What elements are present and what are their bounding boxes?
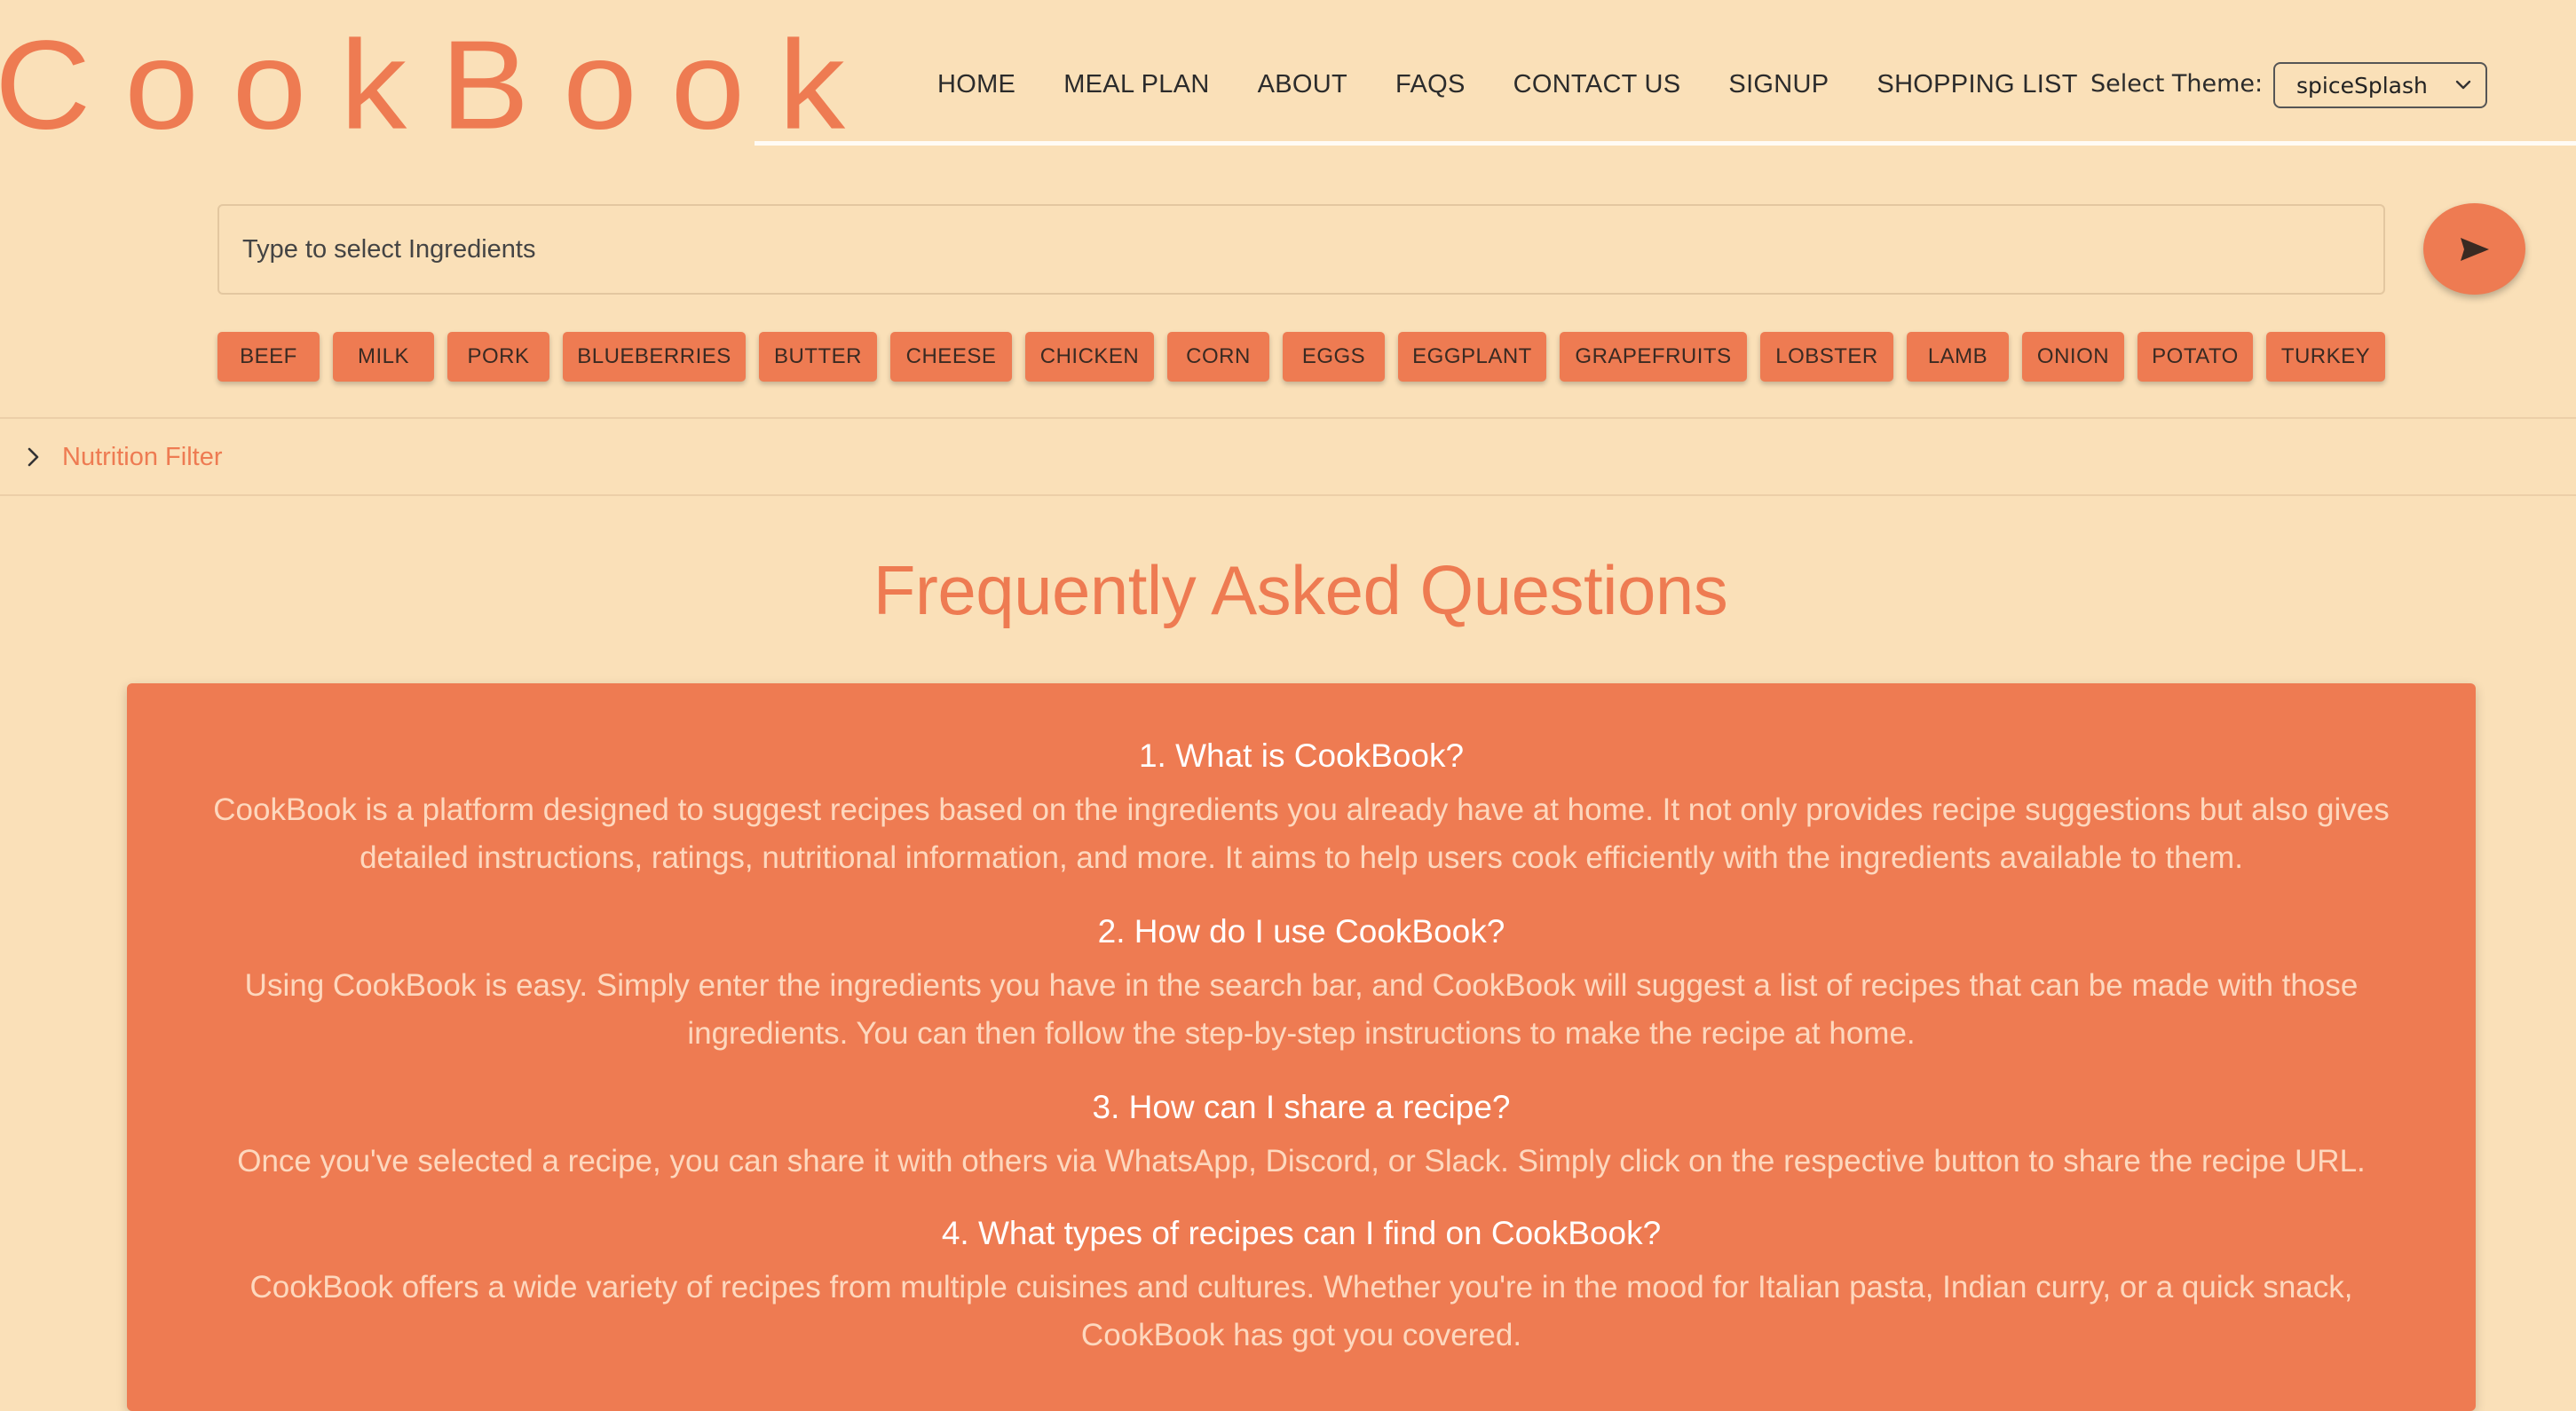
ingredient-chip-eggplant[interactable]: EGGPLANT [1398, 332, 1546, 382]
faq-item: 4. What types of recipes can I find on C… [127, 1214, 2476, 1360]
ingredient-chip-cheese[interactable]: CHEESE [890, 332, 1012, 382]
nav-signup[interactable]: SIGNUP [1728, 70, 1829, 99]
ingredient-search-field[interactable] [217, 204, 2385, 295]
ingredient-chip-eggs[interactable]: EGGS [1283, 332, 1385, 382]
faq-answer: Using CookBook is easy. Simply enter the… [244, 968, 2359, 1052]
ingredient-chip-grapefruits[interactable]: GRAPEFRUITS [1560, 332, 1747, 382]
ingredient-chip-turkey[interactable]: TURKEY [2266, 332, 2385, 382]
ingredient-chip-beef[interactable]: BEEF [217, 332, 320, 382]
chevron-down-icon [2455, 80, 2471, 90]
ingredient-chip-milk[interactable]: MILK [333, 332, 434, 382]
theme-label: Select Theme: [2090, 70, 2264, 98]
ingredient-search-input[interactable] [241, 233, 2383, 265]
ingredient-chip-pork[interactable]: PORK [447, 332, 549, 382]
faq-answer: Once you've selected a recipe, you can s… [237, 1144, 2366, 1179]
faq-answer: CookBook offers a wide variety of recipe… [249, 1270, 2353, 1353]
ingredient-chip-lobster[interactable]: LOBSTER [1760, 332, 1893, 382]
nutrition-filter-toggle[interactable]: Nutrition Filter [23, 439, 223, 475]
faq-question: 2. How do I use CookBook? [1097, 913, 1505, 950]
logo[interactable]: CookBook [0, 21, 879, 148]
nav-meal-plan[interactable]: MEAL PLAN [1063, 70, 1209, 99]
chevron-right-icon [28, 447, 39, 467]
ingredient-chip-corn[interactable]: CORN [1167, 332, 1269, 382]
nutrition-filter-label: Nutrition Filter [62, 442, 223, 471]
theme-select-value: spiceSplash [2296, 72, 2428, 99]
faq-question: 3. How can I share a recipe? [1092, 1089, 1511, 1125]
nav-contact-us[interactable]: CONTACT US [1513, 70, 1681, 99]
ingredient-chip-onion[interactable]: ONION [2022, 332, 2124, 382]
theme-select[interactable]: spiceSplash [2273, 62, 2487, 108]
faq-question: 1. What is CookBook? [1138, 737, 1465, 774]
ingredient-chip-butter[interactable]: BUTTER [759, 332, 877, 382]
divider [0, 494, 2576, 496]
page-title: Frequently Asked Questions [873, 551, 1728, 629]
ingredient-chip-potato[interactable]: POTATO [2137, 332, 2253, 382]
faq-question: 4. What types of recipes can I find on C… [941, 1215, 1662, 1251]
nav-about[interactable]: ABOUT [1258, 70, 1347, 99]
divider [0, 417, 2576, 419]
send-button[interactable] [2423, 203, 2525, 295]
nav-faqs[interactable]: FAQS [1395, 70, 1466, 99]
nav-divider [755, 141, 2576, 146]
faq-card: 1. What is CookBook? CookBook is a platf… [127, 683, 2476, 1411]
main-nav: HOME MEAL PLAN ABOUT FAQS CONTACT US SIG… [937, 67, 2126, 102]
faq-item: 3. How can I share a recipe? Once you've… [127, 1088, 2476, 1186]
nav-home[interactable]: HOME [937, 70, 1015, 99]
header: CookBook HOME MEAL PLAN ABOUT FAQS CONTA… [0, 0, 2576, 151]
ingredient-chip-lamb[interactable]: LAMB [1907, 332, 2009, 382]
send-icon [2460, 237, 2489, 261]
faq-answer: CookBook is a platform designed to sugge… [213, 792, 2390, 876]
ingredient-chip-blueberries[interactable]: BLUEBERRIES [563, 332, 746, 382]
nav-shopping-list[interactable]: SHOPPING LIST [1877, 70, 2077, 99]
faq-item: 2. How do I use CookBook? Using CookBook… [127, 912, 2476, 1058]
faq-item: 1. What is CookBook? CookBook is a platf… [127, 737, 2476, 882]
ingredient-chip-chicken[interactable]: CHICKEN [1025, 332, 1154, 382]
